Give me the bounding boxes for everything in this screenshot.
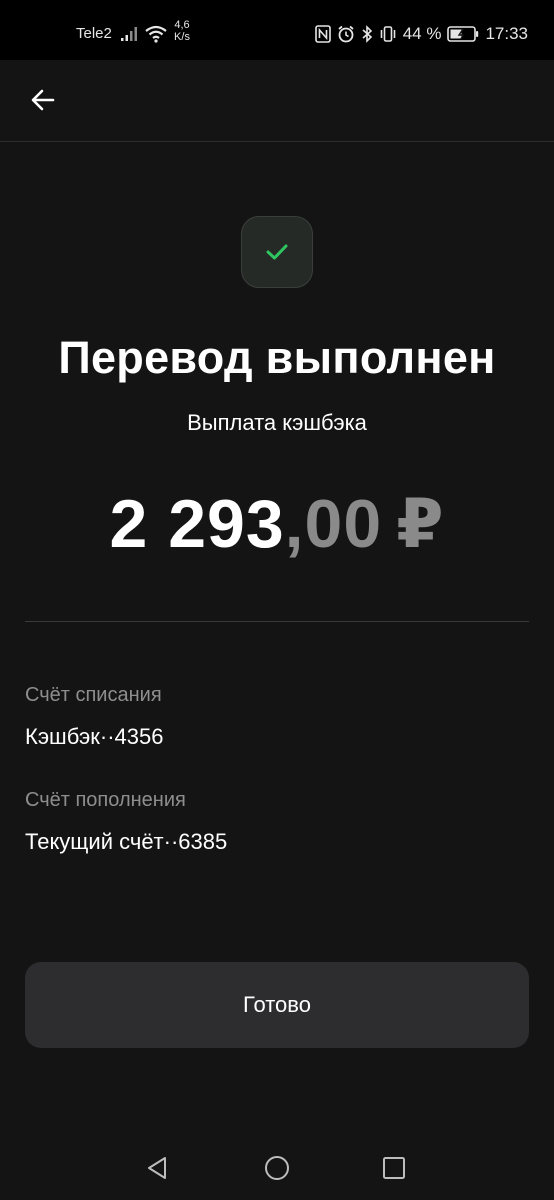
done-button[interactable]: Готово: [25, 962, 529, 1048]
status-right: 44 % 17:33: [314, 22, 528, 46]
battery-percent: 44 %: [402, 24, 442, 43]
wifi-icon: [145, 25, 167, 43]
currency-symbol: ₽: [396, 486, 445, 562]
square-recents-icon: [383, 1157, 405, 1179]
amount-integer: 2 293: [109, 486, 285, 562]
check-icon: [266, 244, 288, 260]
back-button[interactable]: [18, 78, 68, 122]
carrier-name: Tele2: [76, 25, 112, 42]
to-account-value: Текущий счёт··6385: [25, 829, 228, 854]
transfer-amount: 2 293,00 ₽: [0, 485, 554, 564]
nav-back-button[interactable]: [141, 1151, 175, 1185]
header-divider: [0, 141, 554, 142]
nfc-icon: [314, 25, 331, 43]
transfer-type: Выплата кэшбэка: [187, 410, 367, 435]
alarm-icon: [338, 25, 354, 43]
status-bar: Tele2 4,6 K/s 44 % 17:33: [0, 0, 554, 60]
from-account-value: Кэшбэк··4356: [25, 724, 164, 749]
network-speed: 4,6 K/s: [172, 19, 192, 43]
arrow-left-icon: [31, 89, 55, 111]
nav-recents-button[interactable]: [377, 1151, 411, 1185]
nav-home-button[interactable]: [260, 1151, 294, 1185]
battery-icon: [447, 26, 479, 42]
network-speed-unit: K/s: [174, 31, 190, 43]
circle-home-icon: [265, 1156, 289, 1180]
from-account-label: Счёт списания: [25, 684, 162, 706]
clock: 17:33: [485, 24, 528, 43]
transfer-result-screen: Перевод выполнен Выплата кэшбэка 2 293,0…: [0, 60, 554, 1135]
amount-divider: [25, 621, 529, 622]
system-nav-bar: [0, 1135, 554, 1200]
page-title: Перевод выполнен: [58, 332, 496, 383]
amount-decimal: ,00: [284, 486, 383, 562]
success-badge: [241, 216, 313, 288]
bluetooth-icon: [362, 25, 372, 43]
signal-icon: [121, 27, 137, 41]
network-speed-value: 4,6: [174, 19, 190, 31]
vibrate-icon: [380, 26, 396, 42]
triangle-back-icon: [148, 1157, 166, 1179]
to-account-label: Счёт пополнения: [25, 789, 186, 811]
